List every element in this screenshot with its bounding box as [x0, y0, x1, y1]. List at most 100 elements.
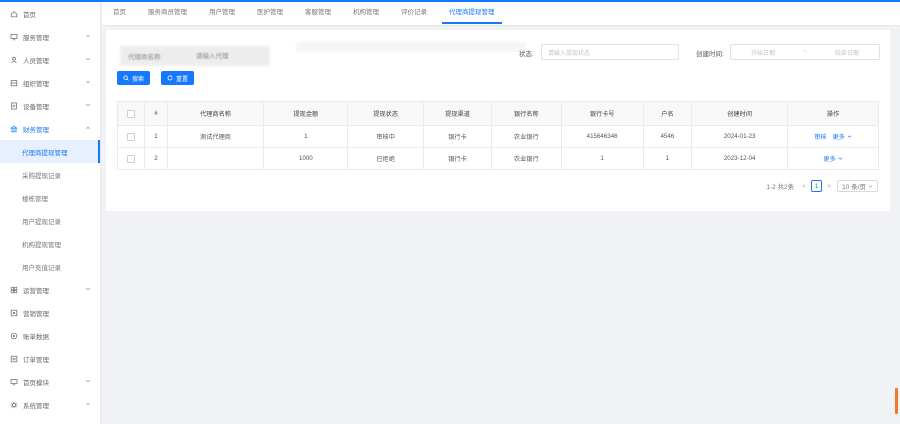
- sidebar-item-8[interactable]: 楼栋管理: [0, 186, 100, 209]
- date-range-separator: ~: [803, 49, 807, 55]
- table-header: # 代理商名称 提现金额 提现状态 提现渠道 银行名称 银行卡号 户名 创建时间 操作: [117, 101, 879, 126]
- header-checkbox-cell: [118, 102, 146, 125]
- chevron-down-icon: [85, 57, 91, 61]
- operation-label: 更多: [832, 134, 845, 141]
- tab-5[interactable]: 机构管理: [342, 2, 390, 26]
- cell-amount: 1000: [264, 148, 349, 169]
- sidebar-item-11[interactable]: 用户充值记录: [0, 255, 100, 278]
- tab-3[interactable]: 医护管理: [246, 2, 294, 26]
- select-all-checkbox[interactable]: [127, 109, 136, 118]
- sidebar-item-9[interactable]: 用户提现记录: [0, 209, 100, 232]
- tag-icon: [10, 309, 18, 317]
- sidebar-item-label: 楼栋管理: [22, 195, 48, 203]
- list-icon: [10, 355, 18, 363]
- sidebar-item-10[interactable]: 机构提现管理: [0, 232, 100, 255]
- sidebar-item-14[interactable]: 账单数据: [0, 324, 100, 347]
- sidebar-item-3[interactable]: 组织管理: [0, 71, 100, 94]
- cell-account: 1: [644, 148, 693, 169]
- reset-button[interactable]: 重置: [161, 71, 195, 85]
- chevron-up-icon: [85, 126, 91, 130]
- chevron-down-icon: [85, 379, 91, 383]
- cell-name: 测试代理商: [168, 126, 265, 147]
- sidebar-item-0[interactable]: 首页: [0, 2, 100, 25]
- status-input[interactable]: 请输入提现状态: [541, 44, 679, 60]
- sidebar-item-label: 服务管理: [23, 34, 49, 42]
- column-header: 提现渠道: [424, 102, 492, 125]
- sidebar-item-17[interactable]: 系统管理: [0, 393, 100, 416]
- review-link[interactable]: 审核: [814, 132, 826, 141]
- sidebar-item-2[interactable]: 人员管理: [0, 48, 100, 71]
- status-label: 状态:: [519, 51, 534, 58]
- cell-status: 已拒绝: [348, 148, 425, 169]
- sidebar-item-label: 财务管理: [23, 126, 49, 134]
- row-checkbox[interactable]: [127, 154, 136, 163]
- pagination: 1-2 共2条 < 1 > 10 条/页: [766, 180, 878, 192]
- sidebar-item-1[interactable]: 服务管理: [0, 25, 100, 48]
- more-actions-link[interactable]: 更多: [833, 132, 852, 141]
- sidebar-item-13[interactable]: 营销管理: [0, 301, 100, 324]
- tab-6[interactable]: 评价记录: [390, 2, 438, 26]
- sidebar-item-6[interactable]: 代理商提现管理: [0, 140, 100, 163]
- cell-account: 4546: [644, 126, 693, 147]
- date-range-input[interactable]: 开始日期 ~ 结束日期: [730, 44, 880, 60]
- sidebar-item-15[interactable]: 订单管理: [0, 347, 100, 370]
- home-icon: [10, 10, 18, 18]
- sidebar-item-label: 代理商提现管理: [22, 149, 68, 157]
- column-header: 提现金额: [264, 102, 349, 125]
- sidebar-item-5[interactable]: 财务管理: [0, 117, 100, 140]
- chevron-down-icon: [868, 185, 873, 188]
- row-checkbox[interactable]: [127, 132, 136, 141]
- page-size-select[interactable]: 10 条/页: [837, 180, 878, 192]
- tab-2[interactable]: 用户管理: [198, 2, 246, 26]
- more-actions-link[interactable]: 更多: [823, 154, 843, 163]
- cell-bank: 农业银行: [492, 148, 562, 169]
- sidebar-item-4[interactable]: 设备管理: [0, 94, 100, 117]
- chevron-down-icon: [85, 34, 91, 38]
- user-icon: [10, 56, 18, 64]
- monitor-icon: [10, 33, 18, 41]
- pagination-total: 1-2 共2条: [766, 184, 795, 191]
- tab-1[interactable]: 服务商员管理: [137, 2, 198, 26]
- search-icon: [123, 75, 129, 81]
- column-header: 创建时间: [692, 102, 789, 125]
- sidebar-item-7[interactable]: 采购提现记录: [0, 163, 100, 186]
- sidebar-item-label: 账单数据: [23, 333, 49, 341]
- tab-7[interactable]: 代理商提现管理: [438, 2, 506, 26]
- sidebar-item-12[interactable]: 运营管理: [0, 278, 100, 301]
- cell-card: 415646346: [562, 126, 644, 147]
- sidebar-item-label: 设备管理: [23, 103, 49, 111]
- end-date-placeholder: 结束日期: [834, 50, 859, 57]
- sidebar-item-label: 订单管理: [23, 356, 49, 364]
- cell-operations: 更多: [788, 148, 878, 169]
- tab-4[interactable]: 客服管理: [294, 2, 342, 26]
- withdraw-table: # 代理商名称 提现金额 提现状态 提现渠道 银行名称 银行卡号 户名 创建时间 操作 1 测试代理商…: [117, 101, 879, 170]
- reset-button-label: 重置: [176, 76, 189, 83]
- sidebar-item-16[interactable]: 首页模块: [0, 370, 100, 393]
- table-row: 2 1000 已拒绝 银行卡 农业银行 1 1 2023-12-04 更多: [117, 148, 879, 170]
- column-header: 银行名称: [492, 102, 562, 125]
- cell-index: 1: [145, 126, 168, 147]
- grid-icon: [10, 286, 18, 294]
- tab-0[interactable]: 首页: [102, 2, 137, 26]
- sidebar-item-label: 用户充值记录: [22, 264, 61, 272]
- search-button[interactable]: 搜索: [117, 71, 151, 85]
- pagination-page-1[interactable]: 1: [811, 180, 823, 192]
- search-button-label: 搜索: [132, 76, 145, 83]
- cell-channel: 银行卡: [424, 126, 492, 147]
- pagination-next-button[interactable]: >: [824, 180, 834, 192]
- blurred-filter-value: 请输入代理: [196, 53, 229, 60]
- chevron-down-icon: [85, 402, 91, 406]
- chevron-down-icon: [85, 103, 91, 107]
- sidebar-item-label: 用户提现记录: [22, 218, 61, 226]
- org-icon: [10, 79, 18, 87]
- chevron-down-icon: [85, 287, 91, 291]
- finance-icon: [10, 125, 18, 133]
- tab-bar: 首页 服务商员管理 用户管理 医护管理 客服管理 机构管理 评价记录 代理商提现管理: [102, 2, 900, 26]
- start-date-placeholder: 开始日期: [751, 50, 776, 57]
- refresh-icon: [167, 75, 173, 81]
- circle-icon: [10, 332, 18, 340]
- sidebar-item-label: 系统管理: [23, 402, 49, 410]
- table-row: 1 测试代理商 1 审核中 银行卡 农业银行 415646346 4546 2024-01-23…: [117, 126, 879, 148]
- created-time-label: 创建时间:: [696, 51, 724, 58]
- pagination-prev-button[interactable]: <: [799, 180, 809, 192]
